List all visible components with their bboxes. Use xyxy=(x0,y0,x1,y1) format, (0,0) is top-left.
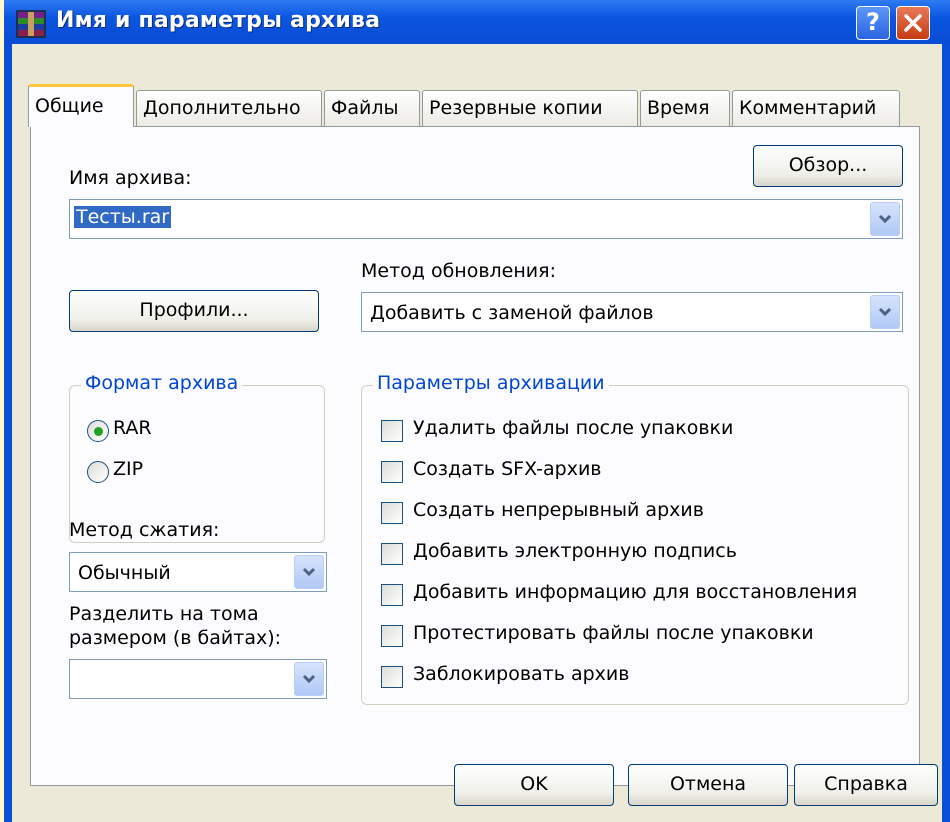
tab-comment[interactable]: Комментарий xyxy=(732,90,900,126)
archiving-options-title: Параметры архивации xyxy=(373,372,609,394)
archive-name-value: Тесты.rar xyxy=(74,206,172,228)
checkbox-lock[interactable] xyxy=(381,666,403,688)
chevron-down-icon xyxy=(302,567,316,577)
checkbox-solid-label[interactable]: Создать непрерывный архив xyxy=(413,499,704,521)
close-icon xyxy=(904,14,922,32)
update-method-value: Добавить с заменой файлов xyxy=(370,302,654,324)
dialog-window: Имя и параметры архива ? Общие Дополните… xyxy=(4,0,950,822)
checkbox-delete-after-label[interactable]: Удалить файлы после упаковки xyxy=(413,417,733,439)
compression-combo[interactable]: Обычный xyxy=(69,552,327,592)
tab-general[interactable]: Общие xyxy=(28,84,134,127)
checkbox-solid[interactable] xyxy=(381,502,403,524)
help-button[interactable]: Справка xyxy=(794,764,938,806)
profiles-button[interactable]: Профили... xyxy=(69,290,319,332)
ok-button[interactable]: OK xyxy=(454,764,614,806)
update-method-label: Метод обновления: xyxy=(361,260,556,282)
radio-rar-label[interactable]: RAR xyxy=(113,417,152,439)
split-label-line2: размером (в байтах): xyxy=(69,627,282,649)
archive-format-title: Формат архива xyxy=(81,372,243,394)
checkbox-recovery-label[interactable]: Добавить информацию для восстановления xyxy=(413,581,857,603)
archive-name-dropdown-arrow[interactable] xyxy=(870,202,900,236)
winrar-archive-icon xyxy=(16,10,46,38)
split-label-line1: Разделить на тома xyxy=(69,603,259,625)
checkbox-delete-after[interactable] xyxy=(381,420,403,442)
update-method-dropdown-arrow[interactable] xyxy=(870,295,900,329)
archive-name-combo[interactable]: Тесты.rar xyxy=(69,199,903,239)
radio-zip[interactable] xyxy=(87,461,109,483)
archive-name-label: Имя архива: xyxy=(69,167,192,189)
update-method-combo[interactable]: Добавить с заменой файлов xyxy=(361,292,903,332)
checkbox-recovery[interactable] xyxy=(381,584,403,606)
chevron-down-icon xyxy=(302,674,316,684)
dialog-client-area: Общие Дополнительно Файлы Резервные копи… xyxy=(12,44,942,822)
compression-dropdown-arrow[interactable] xyxy=(294,555,324,589)
radio-selected-dot xyxy=(94,427,103,436)
split-size-dropdown-arrow[interactable] xyxy=(294,662,324,696)
tab-files[interactable]: Файлы xyxy=(324,90,420,126)
tab-backup[interactable]: Резервные копии xyxy=(422,90,638,126)
radio-zip-label[interactable]: ZIP xyxy=(113,458,143,480)
browse-button[interactable]: Обзор... xyxy=(753,145,903,187)
chevron-down-icon xyxy=(878,214,892,224)
checkbox-test[interactable] xyxy=(381,625,403,647)
checkbox-test-label[interactable]: Протестировать файлы после упаковки xyxy=(413,622,814,644)
tab-panel-general: Имя архива: Обзор... Тесты.rar Метод обн… xyxy=(30,126,920,786)
cancel-button[interactable]: Отмена xyxy=(628,764,788,806)
chevron-down-icon xyxy=(878,307,892,317)
tab-time[interactable]: Время xyxy=(640,90,730,126)
close-button[interactable] xyxy=(896,6,930,40)
help-title-button[interactable]: ? xyxy=(856,6,890,40)
title-bar[interactable]: Имя и параметры архива ? xyxy=(4,0,950,44)
compression-value: Обычный xyxy=(78,562,171,584)
tab-advanced[interactable]: Дополнительно xyxy=(136,90,322,126)
split-size-combo[interactable] xyxy=(69,659,327,699)
radio-rar[interactable] xyxy=(87,420,109,442)
checkbox-lock-label[interactable]: Заблокировать архив xyxy=(413,663,629,685)
checkbox-signature[interactable] xyxy=(381,543,403,565)
checkbox-signature-label[interactable]: Добавить электронную подпись xyxy=(413,540,737,562)
checkbox-sfx-label[interactable]: Создать SFX-архив xyxy=(413,458,602,480)
window-title: Имя и параметры архива xyxy=(56,8,381,33)
compression-label: Метод сжатия: xyxy=(69,519,220,541)
checkbox-sfx[interactable] xyxy=(381,461,403,483)
